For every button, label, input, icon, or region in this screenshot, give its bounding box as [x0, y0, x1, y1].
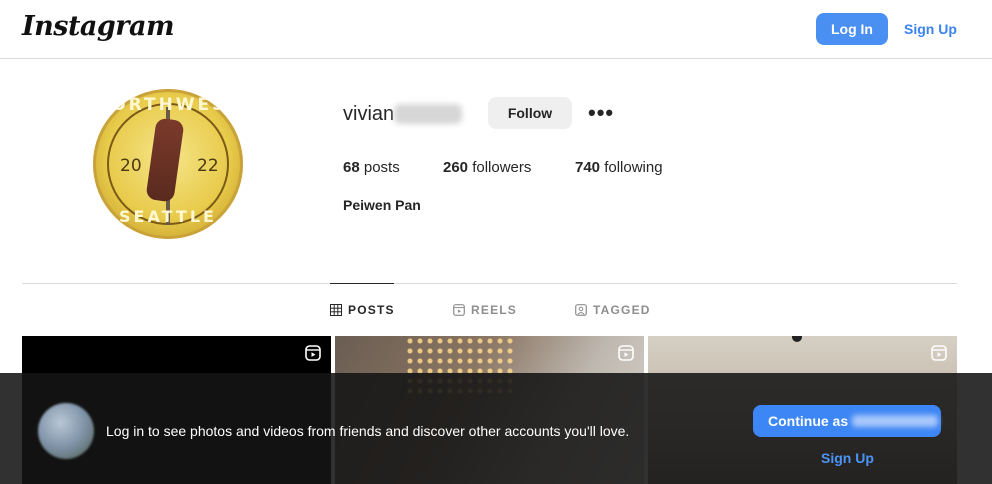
- tab-posts[interactable]: POSTS: [330, 303, 395, 317]
- reel-icon: [931, 345, 947, 361]
- login-button[interactable]: Log In: [816, 13, 888, 45]
- tile-lamp: [792, 336, 802, 342]
- posts-count: 68: [343, 159, 360, 176]
- login-prompt-message: Log in to see photos and videos from fri…: [106, 423, 630, 439]
- continue-label: Continue as: [768, 413, 849, 429]
- stat-followers[interactable]: 260 followers: [443, 159, 531, 176]
- active-tab-indicator: [330, 283, 394, 284]
- stat-posts: 68 posts: [343, 159, 400, 176]
- follow-button[interactable]: Follow: [488, 97, 572, 129]
- profile-full-name: Peiwen Pan: [343, 197, 421, 213]
- tab-tagged-label: TAGGED: [593, 303, 651, 317]
- continue-as-button[interactable]: Continue as: [753, 405, 941, 437]
- user-avatar: [38, 403, 94, 459]
- signup-link[interactable]: Sign Up: [904, 21, 957, 37]
- instagram-logo[interactable]: Instagram: [22, 11, 175, 42]
- reels-icon: [453, 304, 465, 316]
- stat-following[interactable]: 740 following: [575, 159, 663, 176]
- profile-username: vivian: [343, 103, 395, 125]
- tabs-divider: [22, 283, 957, 284]
- ellipsis-icon[interactable]: •••: [588, 100, 614, 126]
- followers-count: 260: [443, 159, 469, 176]
- avatar-year-left: 20: [120, 156, 142, 176]
- tab-reels-label: REELS: [471, 303, 518, 317]
- reel-icon: [305, 345, 321, 361]
- posts-label: posts: [359, 159, 400, 176]
- tagged-icon: [575, 304, 587, 316]
- grid-icon: [330, 304, 342, 316]
- tab-reels[interactable]: REELS: [453, 303, 517, 317]
- avatar-text-bottom: SEATTLE: [119, 207, 217, 226]
- login-prompt-banner: Log in to see photos and videos from fri…: [0, 373, 992, 484]
- profile-avatar[interactable]: NORTHWEST 20 22 SEATTLE: [93, 89, 243, 239]
- following-count: 740: [575, 159, 601, 176]
- following-label: following: [600, 159, 663, 176]
- banner-signup-link[interactable]: Sign Up: [821, 450, 874, 466]
- followers-label: followers: [468, 159, 532, 176]
- reel-icon: [618, 345, 634, 361]
- tab-posts-label: POSTS: [348, 303, 395, 317]
- tab-tagged[interactable]: TAGGED: [575, 303, 651, 317]
- avatar-text-top: NORTHWEST: [93, 95, 243, 115]
- avatar-year-right: 22: [197, 156, 219, 176]
- blurred-account-name: [852, 415, 939, 427]
- username-blurred-part: [394, 104, 462, 124]
- top-bar: Instagram Log In Sign Up: [0, 0, 992, 59]
